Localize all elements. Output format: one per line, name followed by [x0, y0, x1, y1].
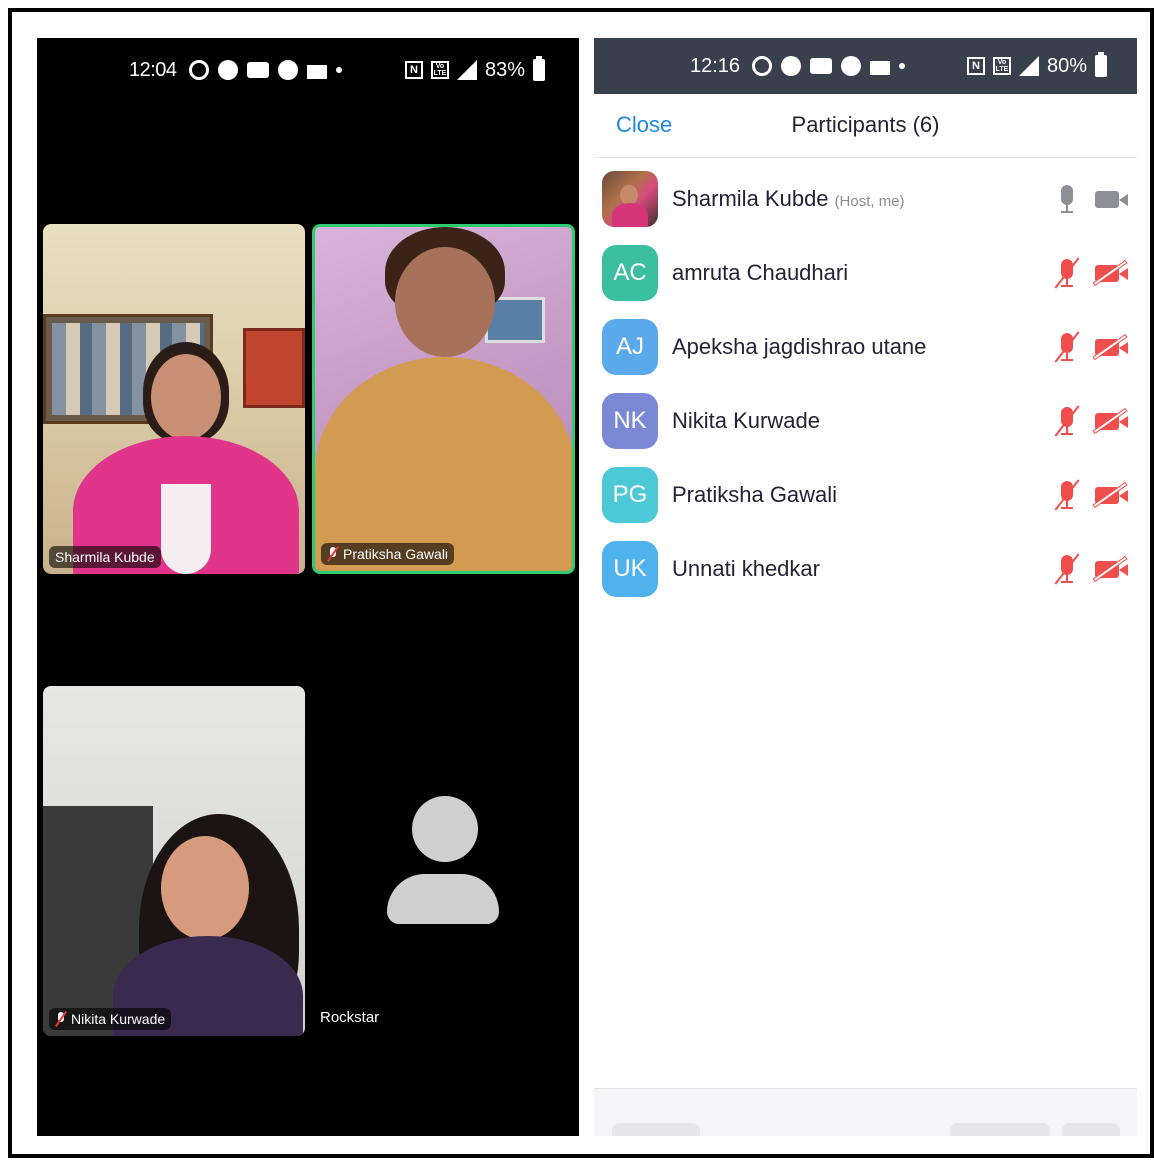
- participant-row[interactable]: AJ Apeksha jagdishrao utane: [594, 310, 1137, 384]
- nfc-icon: N: [404, 61, 423, 79]
- home-app-icon: [870, 61, 891, 75]
- participant-face: [151, 354, 221, 440]
- battery-icon: [533, 56, 545, 81]
- participant-name: Unnati khedkar: [672, 556, 820, 581]
- youtube-icon: [810, 58, 833, 74]
- more-button[interactable]: [1062, 1123, 1120, 1136]
- host-tag: (Host, me): [834, 193, 905, 210]
- signal-icon: [1018, 56, 1039, 76]
- notification-icons: [188, 60, 342, 80]
- mic-muted-icon: [327, 547, 339, 561]
- tile-name-label: Pratiksha Gawali: [321, 543, 455, 565]
- video-tile-nikita[interactable]: Nikita Kurwade: [43, 686, 305, 1036]
- participant-body: [315, 357, 572, 571]
- app-icon: [277, 60, 298, 80]
- video-off-icon[interactable]: [1095, 558, 1129, 580]
- video-tile-pratiksha[interactable]: Pratiksha Gawali: [312, 224, 575, 574]
- more-notifications-icon: [335, 67, 342, 73]
- video-tile-sharmila[interactable]: Sharmila Kubde: [43, 224, 305, 574]
- battery-icon: [1095, 52, 1107, 77]
- mic-muted-icon[interactable]: [1055, 405, 1079, 437]
- avatar: AJ: [602, 319, 658, 375]
- tile-name-label: Sharmila Kubde: [49, 546, 161, 568]
- mute-all-button[interactable]: [950, 1123, 1050, 1136]
- participant-face: [161, 836, 249, 940]
- default-avatar-icon: [412, 796, 478, 862]
- participants-footer: [594, 1088, 1137, 1136]
- tile-name-label: Nikita Kurwade: [49, 1008, 172, 1030]
- youtube-icon: [246, 62, 269, 78]
- video-off-icon[interactable]: [1095, 262, 1129, 284]
- mic-muted-icon[interactable]: [1055, 257, 1079, 289]
- video-tile-rockstar[interactable]: Rockstar: [312, 686, 575, 1036]
- participant-row[interactable]: NK Nikita Kurwade: [594, 384, 1137, 458]
- mic-muted-icon[interactable]: [1055, 479, 1079, 511]
- system-icons: N Vo LTE 80%: [966, 52, 1107, 78]
- avatar: PG: [602, 467, 658, 523]
- video-off-icon[interactable]: [1095, 410, 1129, 432]
- battery-percent: 80%: [1046, 54, 1087, 77]
- status-time: 12:04: [129, 58, 177, 81]
- browser-icon: [217, 60, 238, 80]
- avatar: [602, 171, 658, 227]
- meeting-gallery-screen: 12:04 N Vo LTE 83% Sharmila Kubde Pratik…: [37, 38, 579, 1136]
- battery-percent: 83%: [484, 58, 525, 81]
- browser-icon: [781, 56, 802, 76]
- avatar: UK: [602, 541, 658, 597]
- whatsapp-icon: [752, 56, 773, 76]
- more-notifications-icon: [899, 63, 906, 69]
- nfc-icon: N: [966, 57, 985, 75]
- volte-icon: Vo LTE: [992, 57, 1011, 75]
- invite-button[interactable]: [612, 1123, 700, 1136]
- avatar: NK: [602, 393, 658, 449]
- participants-screen: 12:16 N Vo LTE 80% Close Participants (6…: [594, 38, 1137, 1136]
- participant-name: Pratiksha Gawali: [672, 482, 838, 507]
- poster: [243, 328, 305, 408]
- whatsapp-icon: [188, 60, 209, 80]
- participant-row[interactable]: Sharmila Kubde (Host, me): [594, 162, 1137, 236]
- participant-row[interactable]: PG Pratiksha Gawali: [594, 458, 1137, 532]
- participant-name: Sharmila Kubde (Host, me): [672, 186, 905, 211]
- volte-icon: Vo LTE: [430, 61, 449, 79]
- participant-row[interactable]: AC amruta Chaudhari: [594, 236, 1137, 310]
- video-off-icon[interactable]: [1095, 336, 1129, 358]
- page-title: Participants (6): [791, 112, 940, 137]
- mic-muted-icon[interactable]: [1055, 553, 1079, 585]
- video-camera-icon[interactable]: [1095, 188, 1129, 210]
- participant-row[interactable]: UK Unnati khedkar: [594, 532, 1137, 606]
- status-bar: 12:04 N Vo LTE 83%: [37, 38, 579, 102]
- participants-list: Sharmila Kubde (Host, me) AC amruta Chaud…: [594, 162, 1137, 606]
- microphone-icon[interactable]: [1055, 183, 1079, 215]
- avatar: AC: [602, 245, 658, 301]
- participants-header: Close Participants (6): [594, 94, 1137, 158]
- status-time: 12:16: [690, 54, 741, 77]
- participant-name: Nikita Kurwade: [672, 408, 820, 433]
- mic-muted-icon: [55, 1012, 67, 1026]
- system-icons: N Vo LTE 83%: [404, 56, 545, 82]
- participant-face: [395, 247, 495, 357]
- participant-name: Apeksha jagdishrao utane: [672, 334, 927, 359]
- notification-icons: [752, 56, 906, 76]
- video-off-icon[interactable]: [1095, 484, 1129, 506]
- signal-icon: [456, 60, 477, 80]
- status-bar: 12:16 N Vo LTE 80%: [594, 38, 1137, 94]
- app-icon: [841, 56, 862, 76]
- mic-muted-icon[interactable]: [1055, 331, 1079, 363]
- participant-name: amruta Chaudhari: [672, 260, 849, 285]
- home-app-icon: [306, 65, 327, 79]
- tile-name-label: Rockstar: [320, 1009, 380, 1026]
